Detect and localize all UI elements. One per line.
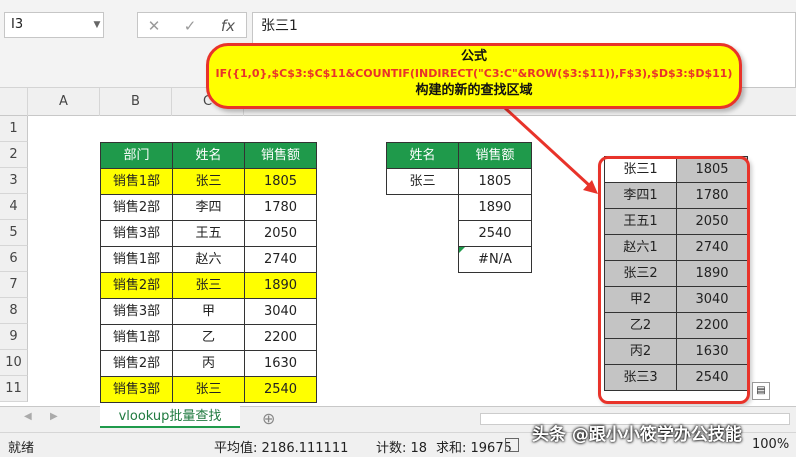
paste-options-icon[interactable]: ▤ [752,382,770,400]
normal-view-icon[interactable] [505,438,519,452]
callout-title: 公式 [460,49,487,64]
arrow-line [503,106,592,188]
zoom-level[interactable]: 100% [752,437,789,452]
add-sheet-icon[interactable]: ⊕ [262,409,275,428]
formula-callout: 公式 IF({1,0},$C$3:$C$11&COUNTIF(INDIRECT(… [206,43,742,109]
status-sum: 求和: 19675 [436,441,512,456]
status-mode: 就绪 [8,441,35,456]
prev-sheet-icon[interactable]: ◀ [24,411,32,422]
callout-caption: 构建的新的查找区域 [415,83,533,98]
status-count: 计数: 18 [376,441,428,456]
sheet-tab-vlookup[interactable]: vlookup批量查找 [100,406,240,428]
status-average: 平均值: 2186.111111 [214,441,349,456]
watermark: 头条 @跟小小筱学办公技能 [532,425,742,445]
callout-formula: IF({1,0},$C$3:$C$11&COUNTIF(INDIRECT("C3… [215,67,733,80]
next-sheet-icon[interactable]: ▶ [50,411,58,422]
